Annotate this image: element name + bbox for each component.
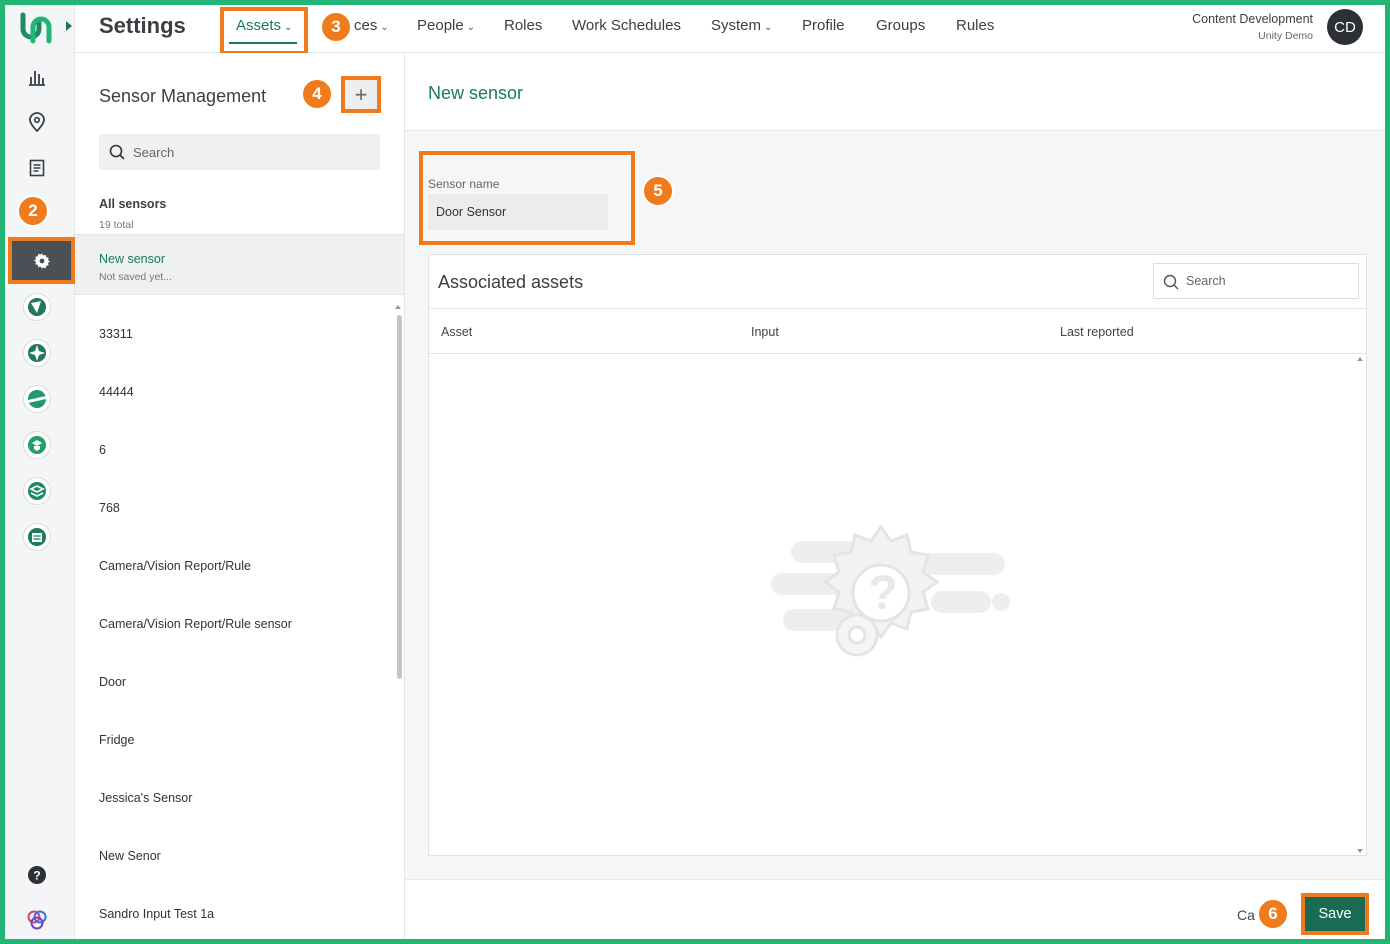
nav-roles[interactable]: Roles: [504, 17, 542, 34]
list-item[interactable]: Door: [99, 675, 126, 689]
expand-rail-icon[interactable]: [66, 21, 72, 31]
nav-people[interactable]: People ⌄: [417, 17, 475, 34]
app-1-icon[interactable]: [23, 293, 51, 321]
selected-sensor-status: Not saved yet...: [99, 271, 172, 283]
detail-title: New sensor: [428, 83, 524, 103]
list-item[interactable]: New Senor: [99, 849, 161, 863]
list-item[interactable]: 768: [99, 501, 120, 515]
table-header: Asset Input Last reported: [429, 308, 1366, 354]
help-icon[interactable]: ?: [25, 863, 49, 887]
settings-nav-button[interactable]: [8, 237, 75, 284]
assets-search-input[interactable]: [1186, 264, 1354, 298]
step-badge-5: 5: [642, 175, 674, 207]
column-input[interactable]: Input: [751, 325, 779, 339]
avatar[interactable]: CD: [1327, 9, 1363, 45]
list-item[interactable]: Sandro Input Test 1a: [99, 907, 214, 921]
chevron-down-icon: ⌄: [466, 22, 476, 33]
detail-footer: Ca 6 Save: [405, 879, 1385, 939]
nav-system[interactable]: System ⌄: [711, 17, 772, 34]
sensor-management-title: Sensor Management: [99, 86, 267, 106]
list-scroll-up-icon[interactable]: [395, 305, 401, 309]
associated-assets-title: Associated assets: [438, 272, 584, 292]
unity-logo-icon[interactable]: [19, 11, 53, 45]
save-button[interactable]: Save: [1301, 893, 1369, 935]
svg-text:?: ?: [33, 869, 40, 883]
app-window: 2 ? Settings Assets ⌄ 3 ces ⌄ People ⌄ R…: [5, 5, 1385, 939]
app-4-icon[interactable]: [23, 431, 51, 459]
step-badge-3: 3: [320, 11, 352, 43]
detail-header: New sensor: [405, 53, 1385, 131]
report-icon[interactable]: [25, 156, 49, 180]
page-title: Settings: [99, 13, 186, 38]
column-last-reported[interactable]: Last reported: [1060, 325, 1134, 339]
location-pin-icon[interactable]: [25, 110, 49, 134]
nav-devices[interactable]: ces ⌄: [354, 17, 389, 34]
sensor-list-panel: Sensor Management 4 + All sensors 19 tot…: [75, 53, 405, 939]
nav-groups[interactable]: Groups: [876, 17, 925, 34]
column-asset[interactable]: Asset: [441, 325, 472, 339]
partner-logo-icon[interactable]: [25, 908, 49, 932]
sensor-search: [99, 134, 380, 170]
nav-work-schedules[interactable]: Work Schedules: [572, 17, 681, 34]
top-nav: Settings Assets ⌄ 3 ces ⌄ People ⌄ Roles Wo…: [75, 5, 1385, 55]
assets-scroll-down-icon[interactable]: [1357, 849, 1363, 853]
search-icon: [1163, 274, 1179, 290]
app-3-icon[interactable]: [23, 385, 51, 413]
app-6-icon[interactable]: [23, 523, 51, 551]
list-item[interactable]: Fridge: [99, 733, 134, 747]
step-badge-4: 4: [301, 78, 333, 110]
sensor-name-field-group: Sensor name: [419, 151, 635, 245]
settings-gear-icon: [33, 253, 50, 268]
list-item[interactable]: Camera/Vision Report/Rule: [99, 559, 251, 573]
assets-scroll-up-icon[interactable]: [1357, 357, 1363, 361]
associated-assets-card: Associated assets Asset Input Last repor…: [428, 254, 1367, 856]
step-badge-2: 2: [17, 195, 49, 227]
nav-rules[interactable]: Rules: [956, 17, 994, 34]
org-name: Unity Demo: [1258, 30, 1313, 42]
list-item[interactable]: Jessica's Sensor: [99, 791, 192, 805]
assets-search: [1153, 263, 1359, 299]
cancel-button[interactable]: Ca: [1237, 907, 1255, 923]
user-name[interactable]: Content Development: [1192, 12, 1313, 26]
empty-state-gear-icon: ?: [771, 524, 1010, 657]
add-sensor-button[interactable]: +: [341, 76, 381, 113]
list-item[interactable]: 44444: [99, 385, 134, 399]
list-item[interactable]: Camera/Vision Report/Rule sensor: [99, 617, 292, 631]
selected-sensor-name: New sensor: [99, 252, 165, 266]
sensor-total-count: 19 total: [99, 219, 134, 231]
sensor-search-input[interactable]: [133, 134, 373, 170]
search-icon: [109, 144, 125, 160]
step-badge-6: 6: [1257, 898, 1289, 930]
svg-text:?: ?: [868, 567, 897, 620]
chevron-down-icon: ⌄: [764, 22, 773, 33]
all-sensors-label: All sensors: [99, 197, 167, 211]
highlight-assets-tab: [220, 7, 308, 55]
app-5-icon[interactable]: [23, 477, 51, 505]
app-2-icon[interactable]: [23, 339, 51, 367]
sensor-detail-panel: New sensor Sensor name 5 Associated asse…: [405, 53, 1385, 939]
sensor-name-label: Sensor name: [428, 177, 500, 191]
chevron-down-icon: ⌄: [380, 22, 389, 33]
list-item-selected[interactable]: New sensor Not saved yet...: [75, 234, 404, 295]
list-item[interactable]: 33311: [99, 327, 133, 341]
analytics-icon[interactable]: [25, 65, 49, 89]
sensor-name-input[interactable]: [428, 194, 608, 230]
left-rail: 2 ?: [5, 5, 75, 939]
list-scrollbar[interactable]: [397, 315, 402, 679]
list-item[interactable]: 6: [99, 443, 106, 457]
nav-profile[interactable]: Profile: [802, 17, 845, 34]
